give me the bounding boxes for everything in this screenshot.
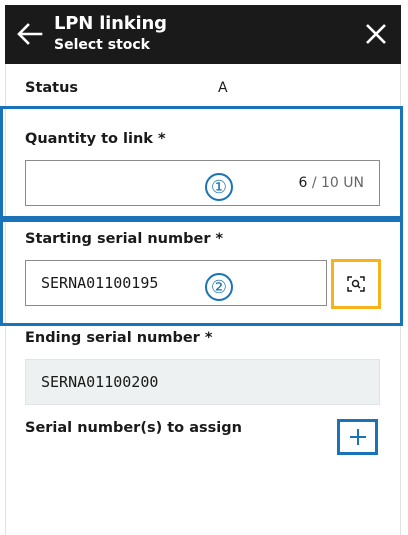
quantity-field[interactable]: 6 / 10 UN	[25, 160, 380, 206]
scan-button[interactable]	[331, 259, 381, 309]
starting-serial-label: Starting serial number *	[25, 231, 224, 247]
back-button[interactable]	[15, 19, 45, 49]
status-label: Status	[25, 80, 79, 96]
status-value: A	[218, 80, 228, 96]
starting-serial-value: SERNA01100195	[41, 274, 159, 292]
step-marker-1: ①	[205, 173, 233, 201]
add-serial-button[interactable]	[337, 419, 378, 455]
plus-icon	[349, 429, 366, 445]
page-subtitle: Select stock	[54, 37, 150, 53]
ending-serial-label: Ending serial number *	[25, 330, 213, 346]
starting-serial-input[interactable]: SERNA01100195	[25, 260, 327, 306]
assign-label: Serial number(s) to assign	[25, 420, 242, 436]
arrow-left-icon	[17, 23, 43, 45]
ending-serial-field: SERNA01100200	[25, 359, 380, 405]
close-button[interactable]	[361, 19, 391, 49]
step-marker-2: ②	[205, 273, 233, 301]
scan-search-icon	[347, 276, 365, 292]
app-header: LPN linking Select stock	[5, 5, 401, 64]
ending-serial-value: SERNA01100200	[41, 373, 159, 391]
quantity-label: Quantity to link *	[25, 131, 166, 147]
quantity-total: / 10 UN	[311, 175, 364, 191]
page-title: LPN linking	[54, 13, 167, 34]
quantity-value: 6	[298, 175, 308, 191]
close-icon	[366, 24, 386, 44]
